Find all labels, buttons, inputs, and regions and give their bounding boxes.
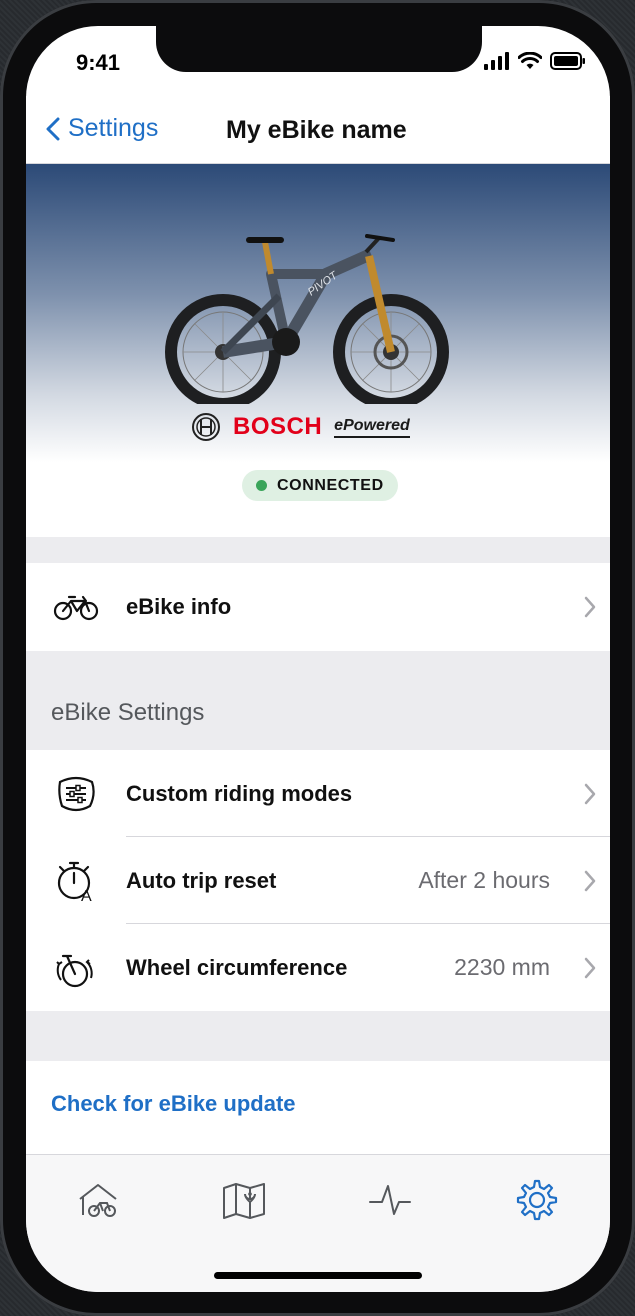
navigation-bar: Settings My eBike name bbox=[26, 96, 610, 164]
wheel-circumference-value: 2230 mm bbox=[454, 954, 550, 980]
update-row: Check for eBike update bbox=[26, 1061, 610, 1148]
device-frame: 9:41 Settings My eBike name PIVOT BOSCH … bbox=[0, 0, 635, 1316]
page-title: My eBike name bbox=[226, 116, 407, 144]
ebike-info-label: eBike info bbox=[126, 593, 232, 619]
chevron-right-icon bbox=[584, 957, 596, 978]
tab-bar bbox=[26, 1154, 610, 1292]
tab-map[interactable] bbox=[214, 1175, 274, 1225]
wheel-circumference-row[interactable]: Wheel circumference 2230 mm bbox=[26, 924, 610, 1011]
gear-icon bbox=[516, 1179, 558, 1221]
home-indicator[interactable] bbox=[214, 1272, 422, 1279]
check-update-link[interactable]: Check for eBike update bbox=[51, 1091, 296, 1117]
screen: 9:41 Settings My eBike name PIVOT BOSCH … bbox=[26, 26, 610, 1292]
signal-icon bbox=[484, 52, 509, 70]
status-icons bbox=[484, 52, 586, 70]
ebike-settings-section-header: eBike Settings bbox=[26, 651, 610, 750]
riding-modes-icon bbox=[58, 776, 95, 811]
map-icon bbox=[223, 1183, 265, 1219]
chevron-right-icon bbox=[584, 783, 596, 804]
svg-text:A: A bbox=[81, 888, 92, 903]
section-gap bbox=[26, 1011, 610, 1061]
section-title: eBike Settings bbox=[51, 699, 205, 726]
timer-icon: A bbox=[57, 861, 92, 903]
custom-riding-modes-row[interactable]: Custom riding modes bbox=[26, 750, 610, 837]
auto-trip-reset-value: After 2 hours bbox=[418, 867, 550, 893]
back-button[interactable]: Settings bbox=[46, 114, 158, 143]
chevron-left-icon bbox=[46, 117, 60, 140]
battery-icon bbox=[550, 52, 585, 70]
auto-trip-reset-label: Auto trip reset bbox=[126, 867, 277, 893]
back-label: Settings bbox=[68, 114, 159, 142]
chevron-right-icon bbox=[584, 596, 596, 617]
bosch-branding: BOSCH ePowered bbox=[191, 412, 410, 442]
bosch-wordmark: BOSCH bbox=[233, 413, 323, 440]
ebike-illustration: PIVOT bbox=[165, 234, 449, 410]
connected-dot-icon bbox=[256, 480, 267, 491]
auto-trip-reset-row[interactable]: A Auto trip reset After 2 hours bbox=[26, 837, 610, 924]
epowered-mark: ePowered bbox=[334, 417, 410, 438]
wheel-circumference-label: Wheel circumference bbox=[126, 954, 348, 980]
section-gap bbox=[26, 537, 610, 563]
connection-status-text: CONNECTED bbox=[277, 476, 384, 494]
notch bbox=[156, 26, 482, 72]
ebike-image: PIVOT bbox=[161, 234, 451, 410]
wheel-icon bbox=[56, 954, 93, 987]
bike-icon bbox=[53, 595, 99, 620]
activity-icon bbox=[369, 1185, 411, 1215]
tab-activity[interactable] bbox=[360, 1175, 420, 1225]
connection-status-badge: CONNECTED bbox=[242, 470, 398, 501]
ebike-info-row[interactable]: eBike info bbox=[26, 563, 610, 650]
ebike-hero: PIVOT BOSCH ePowered CONNECTED bbox=[26, 164, 610, 537]
tab-home-ebike[interactable] bbox=[68, 1175, 128, 1225]
wifi-icon bbox=[518, 52, 542, 69]
bosch-logo-icon bbox=[192, 413, 220, 441]
tab-settings[interactable] bbox=[507, 1175, 567, 1225]
home-bike-icon bbox=[79, 1184, 117, 1217]
status-time: 9:41 bbox=[76, 50, 121, 75]
custom-riding-modes-label: Custom riding modes bbox=[126, 780, 353, 806]
chevron-right-icon bbox=[584, 870, 596, 891]
